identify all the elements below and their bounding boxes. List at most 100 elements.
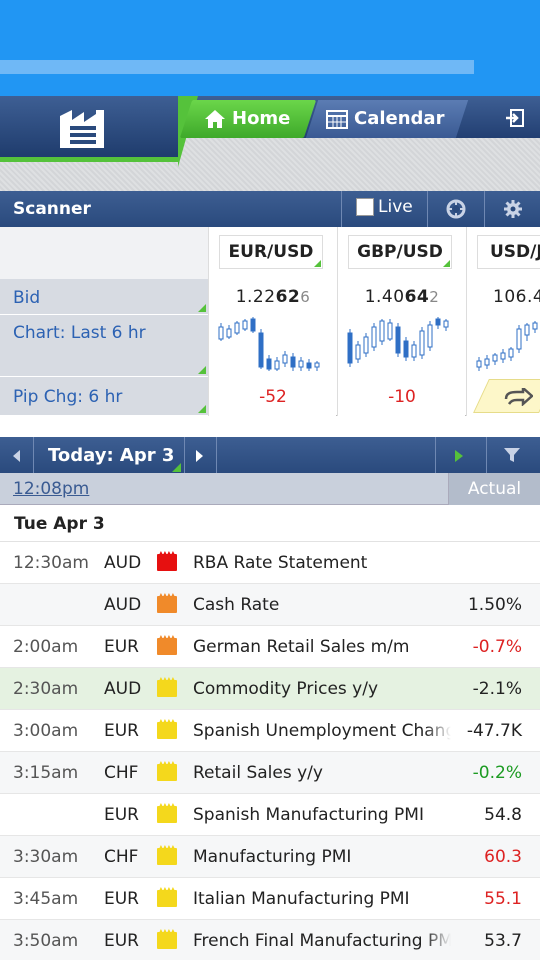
- event-time: 12:30am: [13, 553, 89, 573]
- menu-area[interactable]: [0, 96, 198, 167]
- filter-icon[interactable]: [504, 447, 520, 463]
- event-name: French Final Manufacturing PMI: [193, 931, 451, 951]
- event-time: 2:30am: [13, 679, 79, 699]
- play-icon[interactable]: [454, 450, 464, 462]
- bid-price: 106.4: [493, 287, 540, 307]
- event-time: 3:15am: [13, 763, 79, 783]
- event-currency: EUR: [104, 637, 139, 657]
- day-heading: Tue Apr 3: [0, 505, 540, 542]
- status-area: [0, 0, 540, 96]
- actual-column-header: Actual: [448, 473, 540, 505]
- event-name: Retail Sales y/y: [193, 763, 451, 783]
- pair-column-usdjpy[interactable]: USD/J 106.4: [466, 227, 540, 416]
- event-name: RBA Rate Statement: [193, 553, 451, 573]
- event-name: Commodity Prices y/y: [193, 679, 451, 699]
- scanner-grid: Bid Chart: Last 6 hr Pip Chg: 6 hr EUR/U…: [0, 227, 540, 416]
- event-time: 3:50am: [13, 931, 79, 951]
- sparkline-chart: [476, 321, 538, 371]
- gear-icon[interactable]: [503, 199, 523, 219]
- live-label: Live: [378, 197, 413, 217]
- bid-price: 1.22626: [235, 287, 311, 307]
- event-row[interactable]: AUD Cash Rate 1.50%: [0, 584, 540, 626]
- event-actual: 54.8: [484, 805, 522, 825]
- event-list: 12:30am AUD RBA Rate Statement AUD Cash Rate…: [0, 542, 540, 960]
- event-actual: 55.1: [484, 889, 522, 909]
- event-row[interactable]: 2:00am EUR German Retail Sales m/m -0.7%: [0, 626, 540, 668]
- tab-home-label: Home: [232, 108, 291, 129]
- event-row[interactable]: 12:30am AUD RBA Rate Statement: [0, 542, 540, 584]
- bid-price: 1.40642: [364, 287, 440, 307]
- loading-bar: [0, 60, 474, 74]
- event-actual: 60.3: [484, 847, 522, 867]
- pair-button[interactable]: GBP/USD: [348, 235, 452, 269]
- prev-day-icon[interactable]: [12, 450, 22, 462]
- live-checkbox[interactable]: [356, 198, 374, 216]
- date-toolbar: Today: Apr 3: [0, 437, 540, 473]
- sparkline-chart: [218, 317, 320, 371]
- home-icon: [205, 109, 225, 128]
- event-currency: EUR: [104, 889, 139, 909]
- impact-flag-icon: [157, 890, 177, 907]
- pip-change: -10: [388, 387, 416, 407]
- event-currency: EUR: [104, 805, 139, 825]
- calendar-icon: [326, 109, 348, 129]
- event-row[interactable]: 3:30am CHF Manufacturing PMI 60.3: [0, 836, 540, 878]
- date-selector[interactable]: Today: Apr 3: [48, 445, 174, 466]
- event-time: 3:30am: [13, 847, 79, 867]
- event-name: Italian Manufacturing PMI: [193, 889, 451, 909]
- row-label-chart: Chart: Last 6 hr: [0, 315, 208, 377]
- live-toggle[interactable]: Live: [356, 197, 413, 217]
- event-currency: EUR: [104, 721, 139, 741]
- event-row[interactable]: EUR Spanish Manufacturing PMI 54.8: [0, 794, 540, 836]
- lifebuoy-icon[interactable]: [446, 199, 466, 219]
- impact-flag-icon: [157, 722, 177, 739]
- event-currency: AUD: [104, 595, 142, 615]
- impact-flag-icon: [157, 596, 177, 613]
- impact-flag-icon: [157, 764, 177, 781]
- event-time: 3:00am: [13, 721, 79, 741]
- sparkline-chart: [347, 317, 449, 367]
- next-day-icon[interactable]: [194, 450, 204, 462]
- exit-icon[interactable]: [504, 107, 526, 129]
- impact-flag-icon: [157, 848, 177, 865]
- row-label-pip: Pip Chg: 6 hr: [0, 377, 208, 416]
- pair-column-gbpusd[interactable]: GBP/USD 1.40642 -10: [337, 227, 465, 416]
- scanner-title: Scanner: [13, 199, 91, 219]
- calendar-header: 12:08pm Actual: [0, 473, 540, 505]
- event-row[interactable]: 2:30am AUD Commodity Prices y/y -2.1%: [0, 668, 540, 710]
- pair-column-eurusd[interactable]: EUR/USD 1.22626 -52: [208, 227, 336, 416]
- impact-flag-icon: [157, 932, 177, 949]
- event-time: 2:00am: [13, 637, 79, 657]
- pair-button[interactable]: USD/J: [477, 235, 540, 269]
- event-actual: -0.2%: [472, 763, 522, 783]
- app-header: Home Calendar: [0, 96, 540, 191]
- event-actual: 1.50%: [467, 595, 522, 615]
- event-actual: 53.7: [484, 931, 522, 951]
- event-row[interactable]: 3:00am EUR Spanish Unemployment Change -47.…: [0, 710, 540, 752]
- event-row[interactable]: 3:45am EUR Italian Manufacturing PMI 55.1: [0, 878, 540, 920]
- event-currency: AUD: [104, 679, 142, 699]
- event-currency: EUR: [104, 931, 139, 951]
- impact-flag-icon: [157, 554, 177, 571]
- impact-flag-icon: [157, 806, 177, 823]
- pair-button[interactable]: EUR/USD: [219, 235, 323, 269]
- event-row[interactable]: 3:15am CHF Retail Sales y/y -0.2%: [0, 752, 540, 794]
- scanner-toolbar: Scanner Live: [0, 191, 540, 227]
- event-actual: -2.1%: [472, 679, 522, 699]
- event-name: German Retail Sales m/m: [193, 637, 451, 657]
- event-actual: -47.7K: [466, 721, 522, 741]
- event-actual: -0.7%: [472, 637, 522, 657]
- current-time-link[interactable]: 12:08pm: [13, 479, 89, 499]
- event-currency: CHF: [104, 763, 139, 783]
- factory-icon[interactable]: [58, 108, 108, 150]
- tab-calendar-label: Calendar: [354, 108, 445, 129]
- event-time: 3:45am: [13, 889, 79, 909]
- swipe-arrow-icon: [504, 388, 533, 406]
- event-currency: AUD: [104, 553, 142, 573]
- event-name: Manufacturing PMI: [193, 847, 451, 867]
- event-name: Cash Rate: [193, 595, 451, 615]
- event-currency: CHF: [104, 847, 139, 867]
- impact-flag-icon: [157, 638, 177, 655]
- event-row[interactable]: 3:50am EUR French Final Manufacturing PMI 5…: [0, 920, 540, 960]
- event-name: Spanish Manufacturing PMI: [193, 805, 451, 825]
